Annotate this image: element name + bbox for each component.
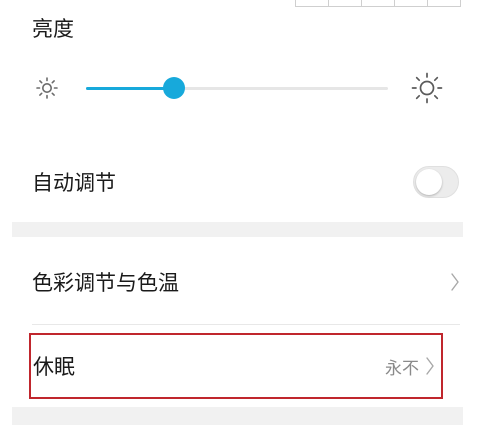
chevron-right-icon	[451, 273, 459, 291]
color-temperature-row[interactable]: 色彩调节与色温	[32, 263, 460, 301]
color-temperature-label: 色彩调节与色温	[32, 271, 179, 295]
sleep-label: 休眠	[33, 355, 75, 379]
slider-thumb[interactable]	[162, 77, 185, 99]
row-divider	[32, 324, 460, 325]
sleep-value-group: 永不	[385, 354, 435, 379]
top-grid-fragment	[295, 0, 461, 7]
section-divider	[12, 222, 463, 237]
sun-small-icon	[36, 77, 58, 99]
toggle-knob	[416, 169, 442, 195]
auto-adjust-toggle[interactable]	[413, 166, 459, 198]
chevron-right-icon	[426, 357, 434, 375]
auto-adjust-row: 自动调节	[32, 163, 460, 201]
sleep-value: 永不	[385, 358, 419, 379]
section-divider	[12, 407, 463, 425]
sleep-row[interactable]: 休眠 永不	[29, 333, 443, 399]
brightness-slider[interactable]	[86, 74, 388, 102]
brightness-title: 亮度	[32, 17, 74, 41]
slider-fill	[86, 87, 174, 90]
sun-large-icon	[411, 72, 443, 104]
auto-adjust-label: 自动调节	[32, 171, 116, 195]
